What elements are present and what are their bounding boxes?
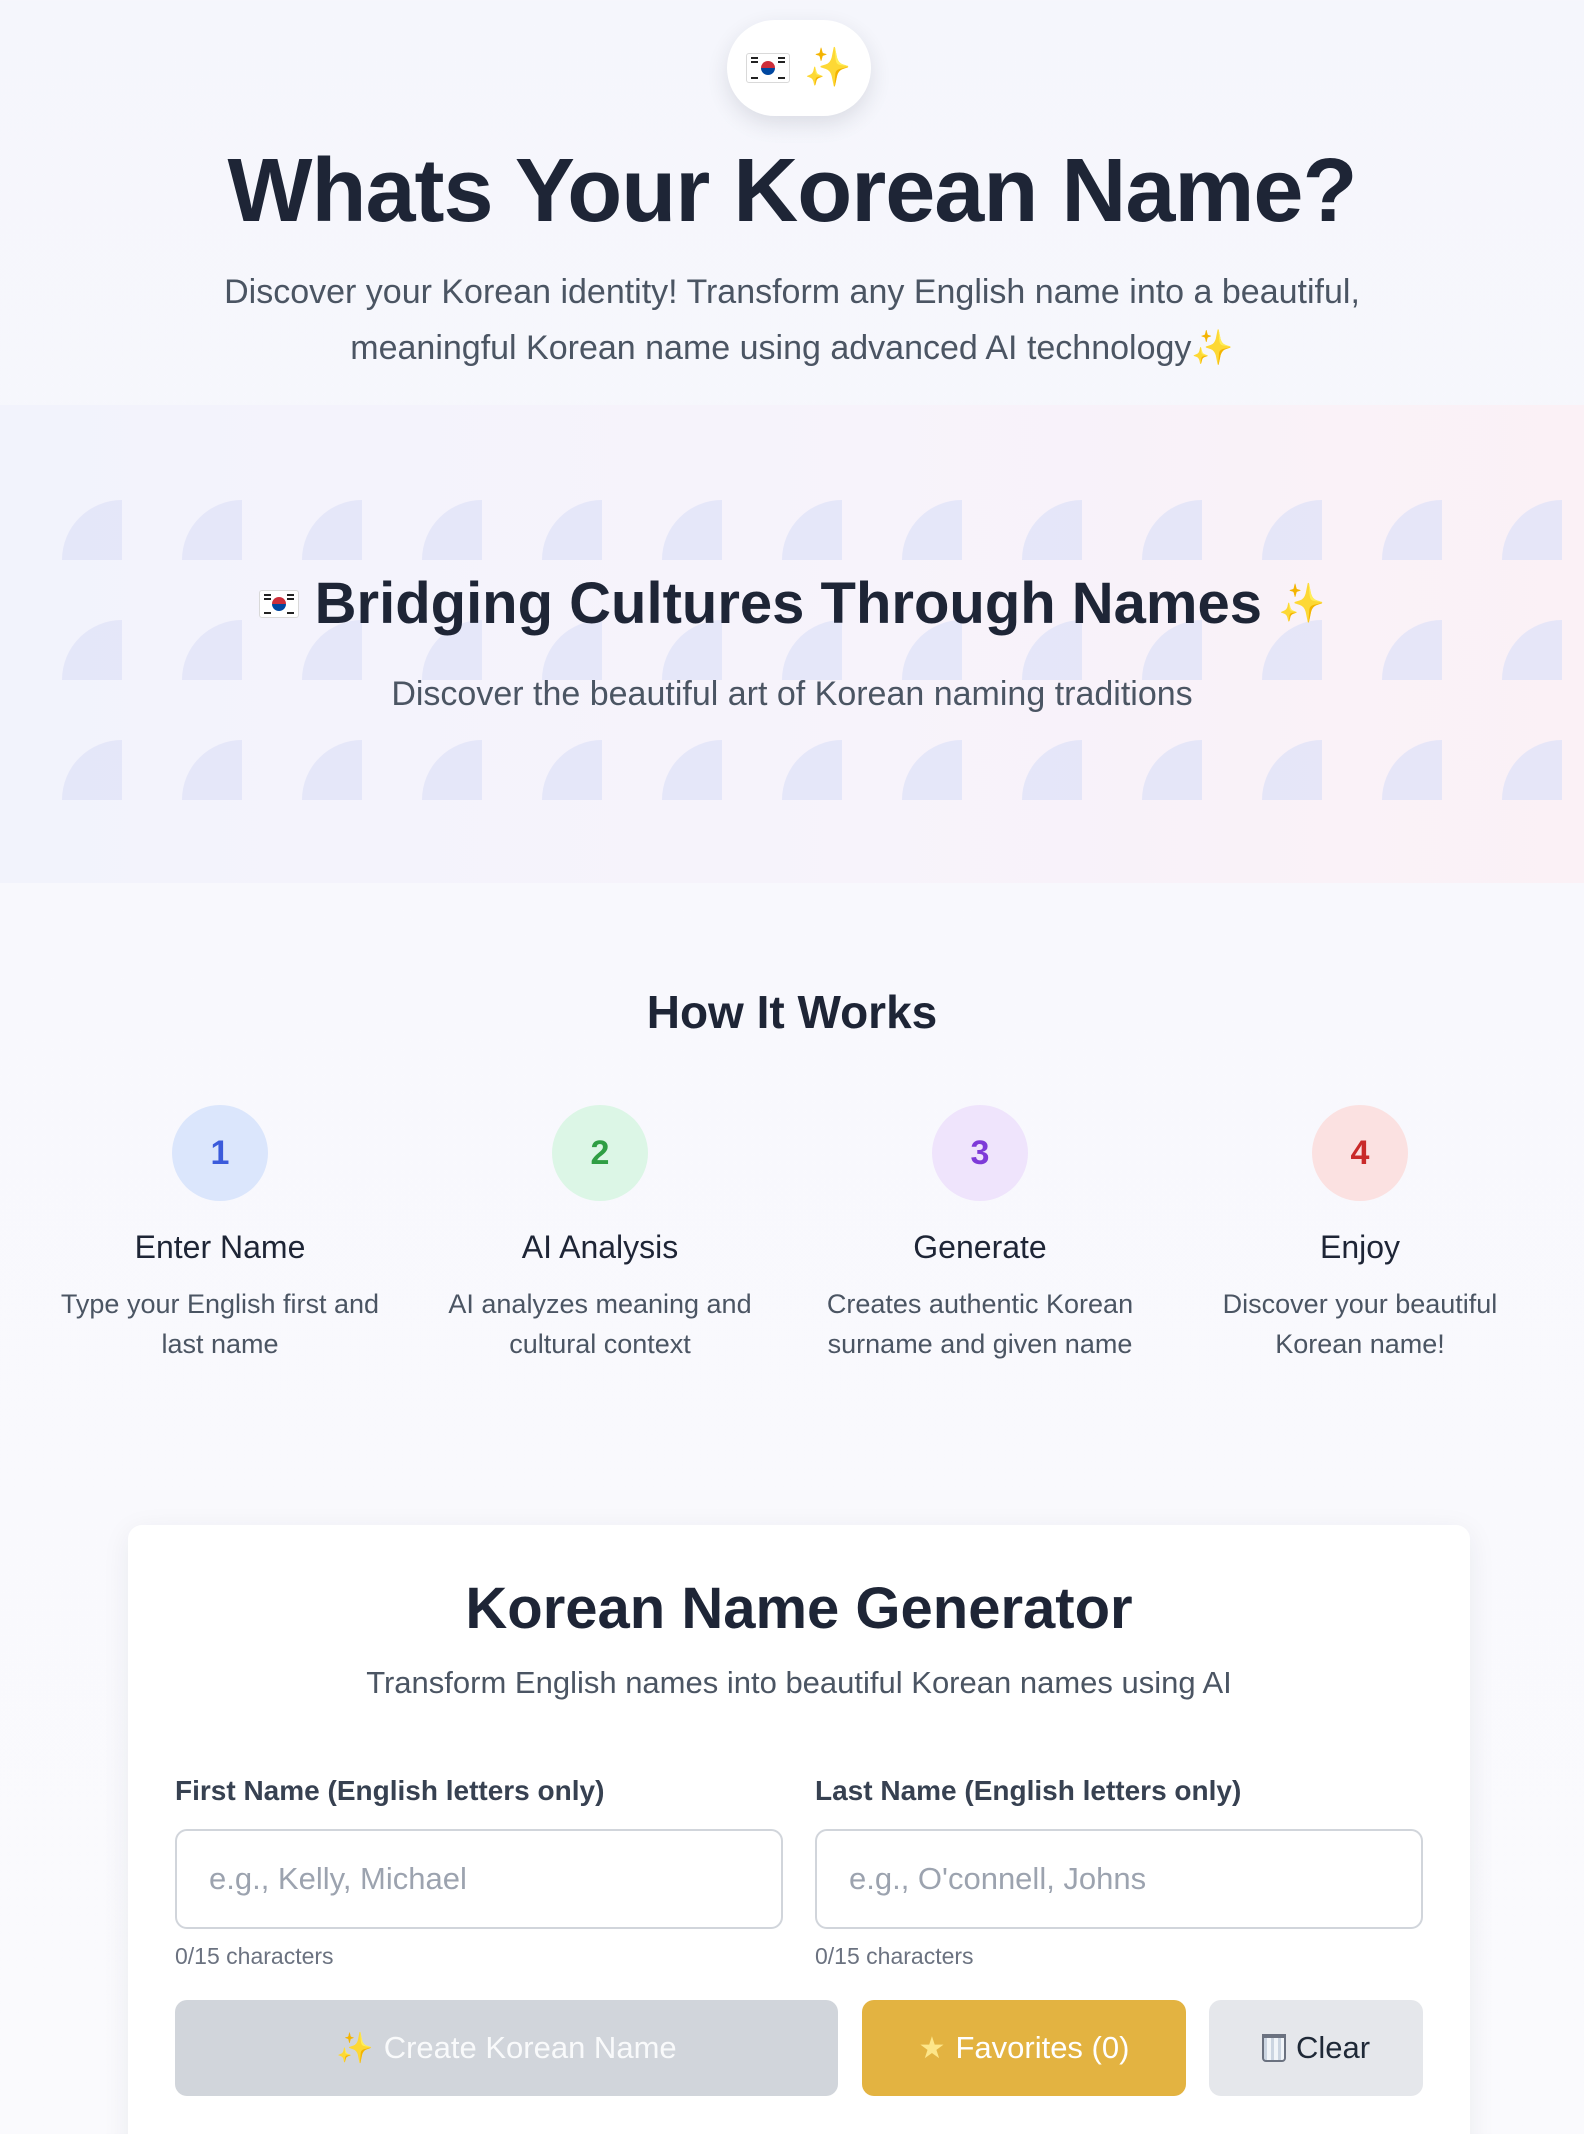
pattern-shape (902, 500, 962, 560)
sparkles-icon: ✨ (1278, 582, 1326, 625)
banner-title-row: Bridging Cultures Through Names ✨ (0, 570, 1584, 637)
how-it-works-title: How It Works (646, 986, 938, 1038)
steps-list: 1 Enter Name Type your English first and… (50, 1105, 1534, 1365)
pattern-shape (1142, 740, 1202, 800)
pattern-shape (782, 740, 842, 800)
step-description: Discover your beautiful Korean name! (1222, 1289, 1498, 1359)
step-description: Type your English first and last name (60, 1289, 380, 1359)
create-korean-name-button[interactable]: ✨ Create Korean Name (175, 2000, 838, 2096)
last-name-char-counter: 0/15 characters (815, 1943, 974, 1969)
korean-flag-icon (746, 53, 791, 83)
first-name-field: First Name (English letters only) 0/15 c… (175, 1775, 783, 1970)
step-number-badge: 3 (932, 1105, 1028, 1201)
favorites-button-label: Favorites (0) (955, 2030, 1130, 2065)
step-title: AI Analysis (521, 1229, 679, 1265)
step-title: Enter Name (134, 1229, 306, 1265)
pattern-shape (1262, 500, 1322, 560)
banner-subtitle: Discover the beautiful art of Korean nam… (391, 675, 1193, 713)
pattern-shape (1262, 740, 1322, 800)
step-number-badge: 1 (172, 1105, 268, 1201)
pattern-shape (1382, 740, 1442, 800)
pattern-shape (182, 500, 242, 560)
create-button-label: Create Korean Name (383, 2030, 677, 2065)
step-item: 1 Enter Name Type your English first and… (50, 1105, 390, 1364)
step-title: Enjoy (1319, 1229, 1401, 1265)
clear-button-label: Clear (1295, 2030, 1371, 2065)
first-name-label: First Name (English letters only) (175, 1775, 605, 1806)
pattern-shape (62, 740, 122, 800)
hero-section: ✨ Whats Your Korean Name? Discover your … (0, 0, 1584, 405)
pattern-shape (302, 500, 362, 560)
culture-banner: Bridging Cultures Through Names ✨ Discov… (0, 405, 1584, 883)
pattern-shape (1022, 740, 1082, 800)
korean-flag-icon (258, 589, 299, 618)
pattern-shape (302, 740, 362, 800)
pattern-shape (182, 740, 242, 800)
first-name-input[interactable] (175, 1829, 783, 1929)
generator-subtitle: Transform English names into beautiful K… (366, 1665, 1232, 1700)
pattern-shape (422, 500, 482, 560)
pattern-shape (1382, 500, 1442, 560)
decorative-pattern (62, 500, 1562, 800)
pattern-shape (542, 740, 602, 800)
sparkles-icon: ✨ (336, 2031, 374, 2065)
pattern-shape (782, 500, 842, 560)
step-description: Creates authentic Korean surname and giv… (826, 1289, 1134, 1359)
trash-icon (1261, 2034, 1286, 2062)
page-title: Whats Your Korean Name? (227, 141, 1358, 241)
last-name-field: Last Name (English letters only) 0/15 ch… (815, 1775, 1423, 1970)
pattern-shape (542, 500, 602, 560)
step-item: 3 Generate Creates authentic Korean surn… (810, 1105, 1150, 1364)
hero-description: Discover your Korean identity! Transform… (224, 273, 1360, 367)
favorites-button[interactable]: ★ Favorites (0) (862, 2000, 1186, 2096)
pattern-shape (902, 740, 962, 800)
pattern-shape (1022, 500, 1082, 560)
pattern-shape (422, 740, 482, 800)
step-number-badge: 2 (552, 1105, 648, 1201)
step-item: 2 AI Analysis AI analyzes meaning and cu… (430, 1105, 770, 1364)
star-icon: ★ (918, 2031, 946, 2065)
step-description: AI analyzes meaning and cultural context (448, 1289, 752, 1359)
pattern-shape (1502, 740, 1562, 800)
name-generator-card: Korean Name Generator Transform English … (128, 1525, 1470, 2134)
last-name-input[interactable] (815, 1829, 1423, 1929)
step-number-badge: 4 (1312, 1105, 1408, 1201)
generator-title: Korean Name Generator (465, 1576, 1133, 1641)
first-name-char-counter: 0/15 characters (175, 1943, 334, 1969)
pattern-shape (1502, 500, 1562, 560)
pattern-shape (62, 500, 122, 560)
pattern-shape (662, 740, 722, 800)
pattern-shape (662, 500, 722, 560)
banner-title: Bridging Cultures Through Names (314, 571, 1263, 636)
sparkles-icon: ✨ (804, 47, 852, 89)
last-name-label: Last Name (English letters only) (815, 1775, 1242, 1806)
clear-button[interactable]: Clear (1209, 2000, 1423, 2096)
hero-badge: ✨ (727, 20, 871, 116)
step-item: 4 Enjoy Discover your beautiful Korean n… (1190, 1105, 1530, 1364)
pattern-shape (1142, 500, 1202, 560)
step-title: Generate (913, 1229, 1047, 1265)
